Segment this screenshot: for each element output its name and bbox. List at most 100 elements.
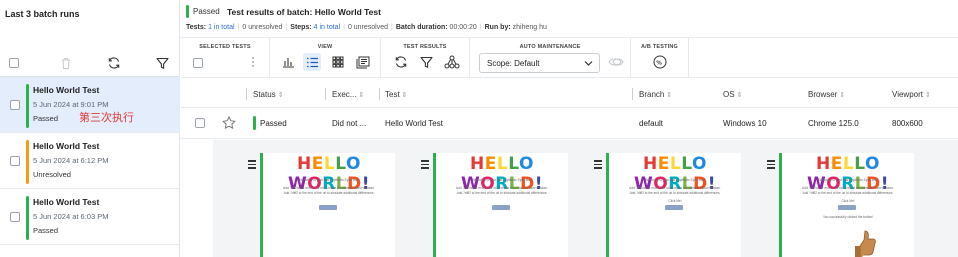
- steps-total-link[interactable]: 4 in total: [314, 24, 340, 31]
- group-label: VIEW: [317, 44, 333, 50]
- row-os: Windows 10: [723, 119, 767, 128]
- step-thumbnail[interactable]: HELLO WORLD! Welcome to your first Appli…: [590, 153, 742, 257]
- column-header-browser[interactable]: Browser ⇕: [808, 90, 845, 99]
- sidebar-title: Last 3 batch runs: [5, 9, 80, 19]
- run-status-bar: [26, 196, 29, 240]
- column-header-os[interactable]: OS ⇕: [723, 90, 742, 99]
- column-divider: [379, 88, 380, 100]
- run-checkbox[interactable]: [10, 100, 20, 110]
- runby-label: Run by:: [484, 24, 511, 31]
- run-status-bar: [26, 140, 29, 184]
- hamburger-icon[interactable]: [248, 160, 256, 171]
- view-group: VIEW: [270, 38, 381, 78]
- run-status: Passed: [33, 114, 59, 123]
- column-header-status[interactable]: Status ⇕: [253, 90, 284, 99]
- tests-label: Tests:: [186, 24, 207, 31]
- batch-run-item[interactable]: Hello World Test 5 Jun 2024 at 6:03 PM P…: [0, 189, 180, 245]
- batch-header: Passed Test results of batch: Hello Worl…: [181, 0, 958, 37]
- duration-value: 00:00:20: [449, 24, 477, 31]
- row-browser: Chrome 125.0: [808, 119, 859, 128]
- screenshot-frame: HELLO WORLD! Welcome to your first Appli…: [260, 153, 395, 257]
- column-divider: [246, 88, 247, 100]
- group-label: SELECTED TESTS: [199, 44, 251, 50]
- batch-run-item[interactable]: Hello World Test 5 Jun 2024 at 6:12 PM U…: [0, 133, 180, 189]
- batch-status-bar: [186, 5, 189, 18]
- grid-view-icon[interactable]: [329, 53, 347, 71]
- refresh-results-icon[interactable]: [392, 53, 410, 71]
- star-icon[interactable]: [222, 115, 236, 131]
- steps-label: Steps:: [290, 24, 312, 31]
- group-label: A/B TESTING: [640, 44, 679, 50]
- chevron-down-icon: [584, 59, 593, 69]
- scope-select[interactable]: Scope: Default: [479, 53, 600, 73]
- column-header-viewport[interactable]: Viewport ⇕: [892, 90, 931, 99]
- tests-unresolved: 0 unresolved: [242, 24, 283, 31]
- run-status-bar: [26, 84, 29, 128]
- thumbs-up-icon: [854, 229, 876, 257]
- table-row[interactable]: Passed Did not ... Hello World Test defa…: [181, 108, 958, 139]
- run-date: 5 Jun 2024 at 9:01 PM: [33, 100, 109, 109]
- hamburger-icon[interactable]: [594, 160, 602, 171]
- step-thumbnail[interactable]: HELLO WORLD! Welcome to your first Appli…: [417, 153, 569, 257]
- results-column-headers: Status ⇕ Exec... ⇕ Test ⇕ Branch ⇕ OS ⇕ Brows…: [181, 78, 958, 108]
- select-tests-checkbox[interactable]: [193, 58, 203, 68]
- batch-runs-sidebar: Last 3 batch runs Hello World Test 5 Jun…: [0, 0, 180, 257]
- trash-icon[interactable]: [57, 54, 75, 72]
- auto-maintenance-icon[interactable]: [607, 53, 625, 71]
- screenshot-frame: HELLO WORLD! Welcome to your first Appli…: [433, 153, 568, 257]
- duration-label: Batch duration:: [395, 24, 448, 31]
- row-viewport: 800x600: [892, 119, 923, 128]
- run-checkbox[interactable]: [10, 156, 20, 166]
- batch-meta: Tests: 1 in total | 0 unresolved | Steps: 4 …: [186, 24, 547, 31]
- column-divider: [632, 88, 633, 100]
- group-label: AUTO MAINTENANCE: [519, 44, 581, 50]
- screenshot-frame: HELLO WORLD! Welcome to your first Appli…: [779, 153, 914, 257]
- details-view-icon[interactable]: [354, 53, 372, 71]
- annotation-note: 第三次执行: [79, 111, 134, 124]
- hamburger-icon[interactable]: [767, 160, 775, 171]
- run-status: Unresolved: [33, 170, 71, 179]
- filter-results-icon[interactable]: [417, 53, 435, 71]
- run-checkbox[interactable]: [10, 212, 20, 222]
- run-date: 5 Jun 2024 at 6:03 PM: [33, 212, 109, 221]
- batch-title: Test results of batch: Hello World Test: [227, 7, 381, 17]
- step-thumbnails: HELLO WORLD! Welcome to your first Appli…: [213, 140, 958, 257]
- column-header-exec[interactable]: Exec... ⇕: [332, 90, 364, 99]
- column-header-test[interactable]: Test ⇕: [385, 90, 408, 99]
- row-branch: default: [639, 119, 664, 128]
- batch-run-item[interactable]: Hello World Test 5 Jun 2024 at 9:01 PM P…: [0, 77, 180, 133]
- step-thumbnail[interactable]: HELLO WORLD! Welcome to your first Appli…: [244, 153, 396, 257]
- filter-icon[interactable]: [153, 54, 171, 72]
- list-view-icon[interactable]: [303, 53, 321, 71]
- bar-chart-view-icon[interactable]: [279, 53, 297, 71]
- tests-total-link[interactable]: 1 in total: [208, 24, 234, 31]
- select-all-checkbox[interactable]: [9, 58, 19, 68]
- steps-unresolved: 0 unresolved: [347, 24, 389, 31]
- group-by-icon[interactable]: [443, 53, 461, 71]
- row-test-name[interactable]: Hello World Test: [385, 119, 443, 128]
- ab-testing-icon[interactable]: %: [651, 53, 669, 71]
- run-date: 5 Jun 2024 at 6:12 PM: [33, 156, 109, 165]
- row-checkbox[interactable]: [195, 118, 205, 128]
- test-results-group: TEST RESULTS: [381, 38, 470, 78]
- more-vertical-icon[interactable]: [244, 53, 262, 71]
- screenshot-frame: HELLO WORLD! Welcome to your first Appli…: [606, 153, 741, 257]
- column-header-branch[interactable]: Branch ⇕: [639, 90, 672, 99]
- run-status: Passed: [33, 226, 59, 235]
- batch-status: Passed: [193, 7, 220, 16]
- hamburger-icon[interactable]: [421, 160, 429, 171]
- sidebar-toolbar: [0, 50, 180, 77]
- results-toolbar: SELECTED TESTS VIEW TEST RESULTS AUTO MA…: [181, 37, 958, 78]
- row-exec: Did not ...: [332, 119, 367, 128]
- run-name: Hello World Test: [33, 85, 100, 95]
- ab-testing-group: A/B TESTING %: [631, 38, 689, 78]
- step-thumbnail[interactable]: HELLO WORLD! Welcome to your first Appli…: [763, 153, 915, 257]
- row-status-bar: [253, 116, 256, 130]
- row-status: Passed: [260, 119, 287, 128]
- run-name: Hello World Test: [33, 197, 100, 207]
- run-name: Hello World Test: [33, 141, 100, 151]
- refresh-icon[interactable]: [105, 54, 123, 72]
- column-divider: [325, 88, 326, 100]
- runby-value: zhiheng hu: [512, 24, 547, 31]
- group-label: TEST RESULTS: [403, 44, 447, 50]
